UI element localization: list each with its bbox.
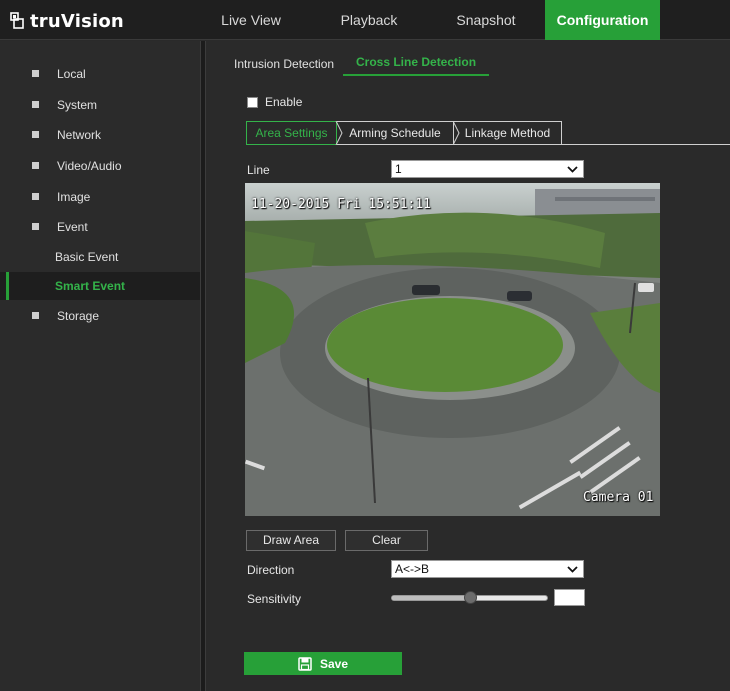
bullet-icon [32,70,39,77]
truvision-logo-icon [10,12,26,30]
subtab-area-settings[interactable]: Area Settings [246,121,337,145]
bullet-icon [32,131,39,138]
video-timestamp: 11-20-2015 Fri 15:51:11 [251,197,432,212]
sensitivity-slider-fill [392,596,470,600]
enable-row: Enable [247,95,302,109]
subtab-arming-schedule[interactable]: Arming Schedule [337,121,454,145]
line-label: Line [247,163,270,177]
enable-checkbox[interactable] [247,96,258,108]
sensitivity-slider-handle[interactable] [463,591,477,604]
sidebar-item-image[interactable]: Image [0,183,200,211]
draw-area-button[interactable]: Draw Area [246,530,336,551]
bullet-icon [32,193,39,200]
sidebar-item-label: Local [57,67,86,81]
sidebar-item-event[interactable]: Event [0,213,200,241]
top-bar: truVision Live View Playback Snapshot Co… [0,0,730,40]
tab-intrusion-detection[interactable]: Intrusion Detection [234,50,334,78]
camera-scene [245,183,660,516]
direction-select[interactable]: A<->B [391,560,584,578]
sidebar-subitem-smart-event[interactable]: Smart Event [0,272,200,300]
line-select[interactable]: 1 [391,160,584,178]
brand-logo: truVision [10,9,124,33]
subtab-separator-icon [452,121,460,145]
sidebar-item-label: Video/Audio [57,159,122,173]
save-button[interactable]: Save [244,652,402,675]
sidebar-item-video-audio[interactable]: Video/Audio [0,152,200,180]
subtab-linkage-method[interactable]: Linkage Method [454,121,562,145]
sensitivity-slider[interactable] [391,591,548,604]
line-select-value: 1 [395,162,402,176]
sidebar-item-system[interactable]: System [0,91,200,119]
chevron-down-icon [567,166,578,173]
direction-label: Direction [247,563,295,577]
direction-select-value: A<->B [395,562,430,576]
nav-playback[interactable]: Playback [318,0,420,40]
bullet-icon [32,101,39,108]
bullet-icon [32,162,39,169]
nav-configuration[interactable]: Configuration [545,0,660,40]
nav-snapshot[interactable]: Snapshot [435,0,537,40]
sidebar-item-label: Network [57,128,102,142]
sidebar-item-label: System [57,98,98,112]
bullet-icon [32,223,39,230]
sensitivity-label: Sensitivity [247,592,302,606]
sidebar-item-local[interactable]: Local [0,60,200,88]
sidebar-item-label: Storage [57,309,100,323]
sidebar-subitem-label: Basic Event [55,250,119,264]
chevron-down-icon [567,566,578,573]
sidebar-item-label: Event [57,220,88,234]
sidebar-subitem-label: Smart Event [55,279,126,293]
video-camera-name: Camera 01 [583,490,654,505]
sidebar-item-label: Image [57,190,91,204]
tab-cross-line-detection[interactable]: Cross Line Detection [343,48,490,76]
bullet-icon [32,312,39,319]
sidebar-divider [200,41,206,691]
sidebar-subitem-basic-event[interactable]: Basic Event [0,243,200,271]
save-button-label: Save [319,656,349,671]
sensitivity-value-field[interactable] [554,589,585,606]
live-video-preview[interactable]: 11-20-2015 Fri 15:51:11 Camera 01 [245,183,660,516]
subtab-underline [562,144,730,145]
sidebar-item-network[interactable]: Network [0,121,200,149]
floppy-disk-icon [298,656,312,671]
nav-live-view[interactable]: Live View [200,0,302,40]
sidebar-item-storage[interactable]: Storage [0,302,200,330]
subtab-separator-icon [335,121,343,145]
clear-button[interactable]: Clear [345,530,428,551]
enable-label: Enable [265,95,303,109]
brand-name: truVision [30,10,124,32]
